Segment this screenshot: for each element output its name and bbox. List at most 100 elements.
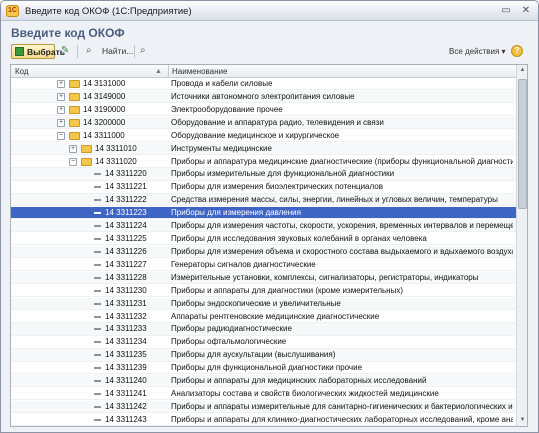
item-icon bbox=[94, 418, 101, 421]
table-row[interactable]: 14 3311240 Приборы и аппараты для медицин… bbox=[11, 375, 516, 388]
help-button[interactable]: ? bbox=[511, 45, 523, 57]
window-title: Введите код ОКОФ (1С:Предприятие) bbox=[25, 6, 192, 17]
cell-name: Провода и кабели силовые bbox=[171, 79, 273, 88]
table-row[interactable]: 14 3311222 Средства измерения массы, силы… bbox=[11, 194, 516, 207]
cell-name: Приборы для измерения объема и скоростно… bbox=[171, 246, 513, 256]
expand-icon[interactable]: + bbox=[57, 92, 65, 101]
table-row[interactable]: 14 3311225 Приборы для исследования звуко… bbox=[11, 233, 516, 246]
table-row[interactable]: 14 3311221 Приборы для измерения биоэлект… bbox=[11, 181, 516, 194]
column-header-code[interactable]: Код bbox=[15, 67, 29, 76]
item-icon bbox=[94, 238, 101, 241]
table-row[interactable]: 14 3311232 Аппараты рентгеновские медицин… bbox=[11, 311, 516, 323]
cell-name: Приборы измерительные для функциональной… bbox=[171, 169, 395, 179]
cell-name: Оборудование медицинское и хирургическое bbox=[171, 130, 340, 140]
close-button[interactable]: ✕ bbox=[518, 4, 534, 18]
cell-name: Приборы для функциональной диагностики п… bbox=[171, 363, 363, 373]
table-row[interactable]: − 14 3311020 Приборы и аппаратура медицинс… bbox=[11, 156, 516, 168]
edit-icon[interactable]: ✎ bbox=[61, 45, 69, 57]
scroll-down-icon[interactable]: ▼ bbox=[517, 415, 527, 426]
cell-code: 14 3311243 bbox=[105, 414, 147, 424]
app-logo: 1С bbox=[6, 5, 19, 17]
expand-icon[interactable]: + bbox=[69, 144, 77, 153]
find-button[interactable]: Найти... bbox=[102, 46, 133, 56]
column-header-name[interactable]: Наименование bbox=[172, 67, 227, 76]
cell-name: Приборы офтальмологические bbox=[171, 337, 287, 347]
expand-icon[interactable]: + bbox=[57, 105, 65, 114]
table-row[interactable]: 14 3311230 Приборы и аппараты для диагнос… bbox=[11, 285, 516, 297]
table-row[interactable]: 14 3311241 Анализаторы состава и свойств … bbox=[11, 388, 516, 401]
table-row[interactable]: 14 3311226 Приборы для измерения объема и… bbox=[11, 245, 516, 259]
cancel-search-icon[interactable]: ⌕ bbox=[140, 45, 146, 57]
scroll-up-icon[interactable]: ▲ bbox=[517, 65, 527, 76]
collapse-icon[interactable]: − bbox=[69, 157, 77, 166]
cell-name: Анализаторы состава и свойств биологичес… bbox=[171, 389, 439, 399]
cell-code: 14 3311232 bbox=[105, 311, 147, 321]
table-row[interactable]: +14 3190000 Электрооборудование прочее bbox=[11, 104, 516, 117]
collapse-icon[interactable]: − bbox=[57, 131, 65, 140]
table-row[interactable]: +14 3311010 Инструменты медицинские bbox=[11, 142, 516, 155]
cell-name: Приборы и аппаратура медицинские диагнос… bbox=[171, 156, 513, 166]
select-button[interactable]: Выбрать bbox=[11, 44, 65, 59]
folder-icon bbox=[69, 80, 80, 88]
cell-name: Оборудование и аппаратура радио, телевид… bbox=[171, 117, 384, 127]
item-icon bbox=[94, 302, 101, 305]
expand-icon[interactable]: + bbox=[57, 118, 65, 127]
all-actions-menu[interactable]: Все действия ▾ bbox=[449, 47, 506, 56]
toolbar-separator bbox=[134, 45, 135, 58]
table-row[interactable]: 14 3311239 Приборы для функциональной диа… bbox=[11, 362, 516, 375]
column-divider bbox=[168, 65, 169, 78]
cell-name: Измерительные установки, комплексы, сигн… bbox=[171, 272, 479, 282]
cell-name: Приборы и аппараты для клинико-диагности… bbox=[171, 414, 513, 424]
search-icon[interactable]: ⌕ bbox=[86, 45, 92, 57]
cell-code: 14 3311230 bbox=[105, 285, 147, 295]
cell-code: 14 3311223 bbox=[105, 208, 147, 218]
cell-code: 14 3311240 bbox=[105, 376, 147, 386]
cell-code: 14 3311010 bbox=[95, 143, 137, 153]
cell-code: 14 3311234 bbox=[105, 337, 147, 347]
cell-name: Генераторы сигналов диагностические bbox=[171, 259, 316, 269]
folder-icon bbox=[69, 105, 80, 114]
item-icon bbox=[94, 393, 101, 396]
sort-icon[interactable]: ▲ bbox=[155, 68, 162, 75]
cell-name: Инструменты медицинские bbox=[171, 143, 272, 153]
table-row[interactable]: 14 3311234 Приборы офтальмологические bbox=[11, 336, 516, 349]
table-row[interactable]: 14 3311223 Приборы для измерения давления bbox=[11, 207, 516, 220]
form-title: Введите код ОКОФ bbox=[11, 26, 125, 40]
cell-name: Приборы для измерения давления bbox=[171, 208, 301, 218]
table-row[interactable]: 14 3311220 Приборы измерительные для функ… bbox=[11, 168, 516, 181]
cell-code: 14 3311241 bbox=[105, 389, 147, 399]
folder-icon bbox=[81, 157, 92, 166]
item-icon bbox=[94, 225, 101, 228]
cell-code: 14 3311226 bbox=[105, 246, 147, 256]
table-row[interactable]: +14 3200000 Оборудование и аппаратура рад… bbox=[11, 116, 516, 129]
expand-icon[interactable]: + bbox=[57, 80, 65, 88]
table-row[interactable]: 14 3311224 Приборы для измерения частоты,… bbox=[11, 220, 516, 233]
table-row[interactable]: 14 3311231 Приборы эндоскопические и увел… bbox=[11, 297, 516, 310]
folder-icon bbox=[81, 144, 92, 153]
table-header: Код ▲ Наименование bbox=[11, 65, 516, 78]
scrollbar-thumb[interactable] bbox=[518, 79, 527, 209]
select-button-label: Выбрать bbox=[27, 47, 65, 57]
table-row[interactable]: 14 3311227 Генераторы сигналов диагностич… bbox=[11, 259, 516, 272]
vertical-scrollbar[interactable]: ▲ ▼ bbox=[516, 65, 527, 426]
table-body: +14 3131000 Провода и кабели силовые +14 3… bbox=[11, 78, 516, 426]
table-row[interactable]: +14 3131000 Провода и кабели силовые bbox=[11, 78, 516, 91]
item-icon bbox=[94, 354, 101, 357]
table-row[interactable]: 14 3311242 Приборы и аппараты измерительн… bbox=[11, 401, 516, 414]
title-bar[interactable]: 1С Введите код ОКОФ (1С:Предприятие) ▭ ✕ bbox=[1, 1, 538, 21]
maximize-button[interactable]: ▭ bbox=[498, 4, 514, 18]
table-row[interactable]: 14 3311243 Приборы и аппараты для клинико… bbox=[11, 414, 516, 426]
table-row[interactable]: 14 3311233 Приборы радиодиагностические bbox=[11, 323, 516, 336]
cell-name: Приборы эндоскопические и увеличительные bbox=[171, 298, 341, 308]
toolbar: Выбрать ✎ ⌕ Найти... ⌕ Все действия ▾ ? bbox=[1, 44, 538, 62]
table-row[interactable]: − 14 3311000 Оборудование медицинское и хи… bbox=[11, 130, 516, 142]
cell-code: 14 3149000 bbox=[83, 91, 126, 101]
table-row[interactable]: +14 3149000 Источники автономного электро… bbox=[11, 90, 516, 104]
item-icon bbox=[94, 263, 101, 266]
table-row[interactable]: 14 3311235 Приборы для аускультации (высл… bbox=[11, 349, 516, 362]
cell-code: 14 3311000 bbox=[83, 130, 125, 140]
cell-code: 14 3311231 bbox=[105, 298, 147, 308]
item-icon bbox=[94, 406, 101, 408]
cell-code: 14 3311221 bbox=[105, 182, 147, 192]
table-row[interactable]: 14 3311228 Измерительные установки, компл… bbox=[11, 271, 516, 284]
